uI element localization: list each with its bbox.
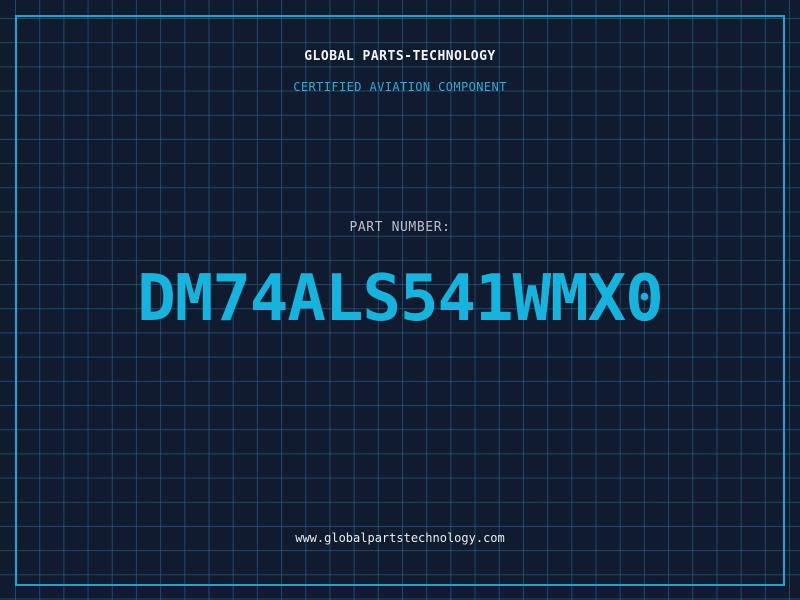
website-url: www.globalpartstechnology.com (295, 531, 505, 545)
brand-tagline: CERTIFIED AVIATION COMPONENT (293, 80, 507, 94)
part-number-value: DM74ALS541WMX0 (137, 262, 663, 336)
brand-title: GLOBAL PARTS-TECHNOLOGY (304, 49, 496, 64)
page: GLOBAL PARTS-TECHNOLOGY CERTIFIED AVIATI… (0, 0, 800, 600)
part-number-label: PART NUMBER: (349, 220, 451, 235)
